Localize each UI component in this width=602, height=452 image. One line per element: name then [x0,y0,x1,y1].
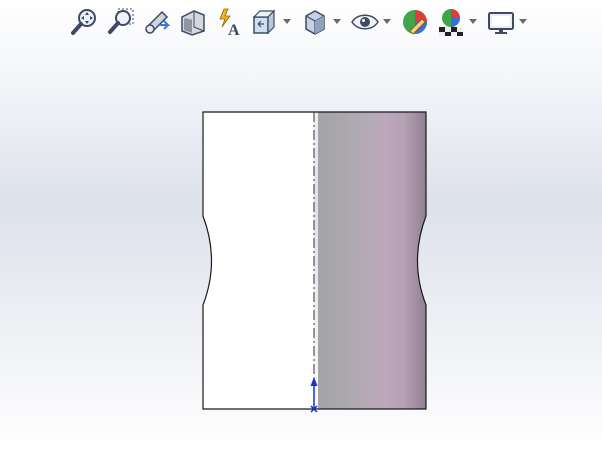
model-front-view[interactable] [0,0,602,452]
sketch-profile-half[interactable] [203,112,314,409]
shaded-body-half[interactable] [318,112,426,409]
graphics-area[interactable]: A [0,0,602,452]
